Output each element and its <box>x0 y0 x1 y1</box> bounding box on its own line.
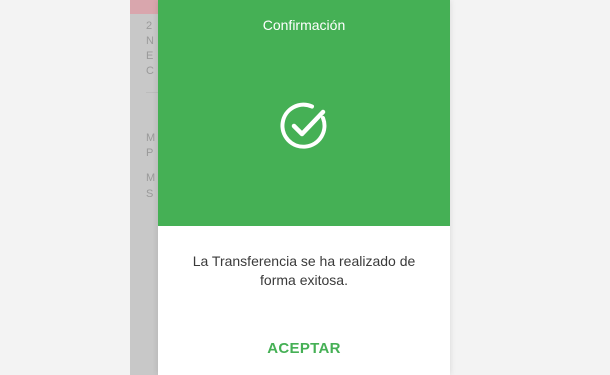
outer-background-left <box>0 0 130 375</box>
dialog-message: La Transferencia se ha realizado de form… <box>192 253 416 288</box>
outer-background-right <box>450 0 610 375</box>
background-text-fragment: M <box>146 172 156 184</box>
background-text-fragment: N <box>146 35 154 47</box>
background-text-fragment: S <box>146 188 154 200</box>
background-text-fragment: M <box>146 132 156 144</box>
background-text-fragment: 2 <box>146 20 153 32</box>
background-text-fragment: P <box>146 147 154 159</box>
check-circle-icon <box>280 102 327 149</box>
confirmation-dialog: Confirmación La Transferencia se ha real… <box>158 0 450 375</box>
background-text-fragment: E <box>146 50 154 62</box>
accept-button[interactable]: ACEPTAR <box>244 332 364 364</box>
dialog-title: Confirmación <box>262 17 346 33</box>
dialog-header: Confirmación <box>158 0 450 226</box>
background-text-fragment: C <box>146 65 154 77</box>
